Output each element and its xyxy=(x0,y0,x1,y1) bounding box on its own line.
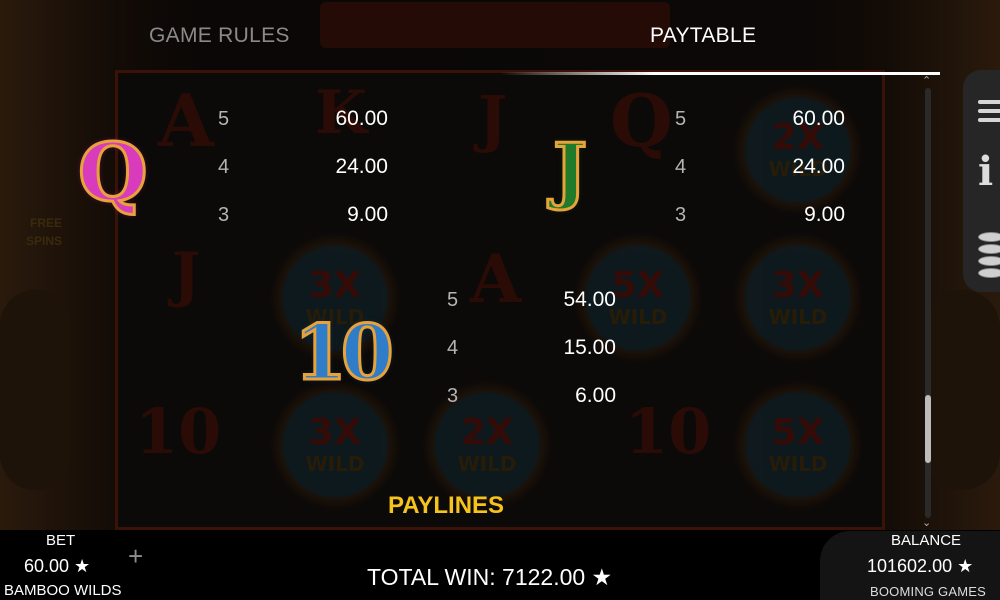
panda-left-decoration xyxy=(0,290,70,490)
ghost-letter-10-left: 10 xyxy=(135,395,222,468)
scrollbar-thumb[interactable] xyxy=(925,395,931,463)
ten-payout-4: 15.00 xyxy=(563,336,616,359)
game-name: BAMBOO WILDS xyxy=(4,582,122,599)
q-count-4: 4 xyxy=(218,156,230,178)
ghost-free-spins-text: FREE SPINS xyxy=(25,216,62,248)
total-win: TOTAL WIN: 7122.00 ★ xyxy=(367,564,613,590)
j-count-3: 3 xyxy=(675,204,687,226)
j-payout-3: 9.00 xyxy=(804,203,845,226)
ghost-letter-j2: J xyxy=(172,240,201,310)
ghost-wild-2x-top: 2X WILD xyxy=(733,85,863,215)
j-payout-5: 60.00 xyxy=(792,107,845,130)
ten-count-4: 4 xyxy=(447,337,459,359)
ghost-letter-10-right: 10 xyxy=(625,395,712,468)
j-count-4: 4 xyxy=(675,156,687,178)
q-count-3: 3 xyxy=(218,204,230,226)
ghost-letter-j: J xyxy=(478,82,508,155)
q-payout-4: 24.00 xyxy=(335,155,388,178)
brand-logo: BOOMING GAMES xyxy=(870,584,987,599)
ghost-wild-5x-bottom: 5X WILD xyxy=(733,380,863,510)
symbol-10-icon: 10 xyxy=(293,307,396,399)
ghost-letter-q: Q xyxy=(610,78,673,163)
paylines-heading: PAYLINES xyxy=(388,492,505,519)
scroll-up-arrow-icon[interactable]: ⌃ xyxy=(922,74,931,87)
ghost-wild-3x-bottom: 3X WILD xyxy=(270,380,400,510)
increase-bet-button[interactable]: + xyxy=(128,541,143,572)
bet-value[interactable]: 60.00 ★ xyxy=(24,556,90,577)
ten-count-3: 3 xyxy=(447,385,459,407)
symbol-q-icon: Q xyxy=(77,124,150,221)
tab-paytable[interactable]: PAYTABLE xyxy=(650,24,756,48)
menu-icon[interactable] xyxy=(978,100,1000,127)
q-count-5: 5 xyxy=(218,108,230,130)
info-icon[interactable]: i xyxy=(978,148,993,195)
j-count-5: 5 xyxy=(675,108,687,130)
ten-payout-5: 54.00 xyxy=(563,288,616,311)
tab-game-rules[interactable]: GAME RULES xyxy=(149,24,290,48)
tab-active-indicator xyxy=(500,72,940,75)
symbol-j-icon: J xyxy=(551,126,588,214)
bet-label: BET xyxy=(46,532,76,549)
q-payout-5: 60.00 xyxy=(335,107,388,130)
scroll-down-arrow-icon[interactable]: ⌄ xyxy=(922,516,931,529)
ten-count-5: 5 xyxy=(447,289,459,311)
background-logo xyxy=(320,2,670,48)
ghost-letter-a: A xyxy=(158,78,214,163)
j-payout-4: 24.00 xyxy=(792,155,845,178)
ghost-wild-3x-right: 3X WILD xyxy=(733,233,863,363)
q-payout-3: 9.00 xyxy=(347,203,388,226)
panda-right-decoration xyxy=(925,290,1000,490)
balance-label: BALANCE xyxy=(891,532,962,549)
ten-payout-3: 6.00 xyxy=(575,384,616,407)
coins-icon[interactable] xyxy=(978,232,1000,280)
balance-value: 101602.00 ★ xyxy=(867,556,974,576)
